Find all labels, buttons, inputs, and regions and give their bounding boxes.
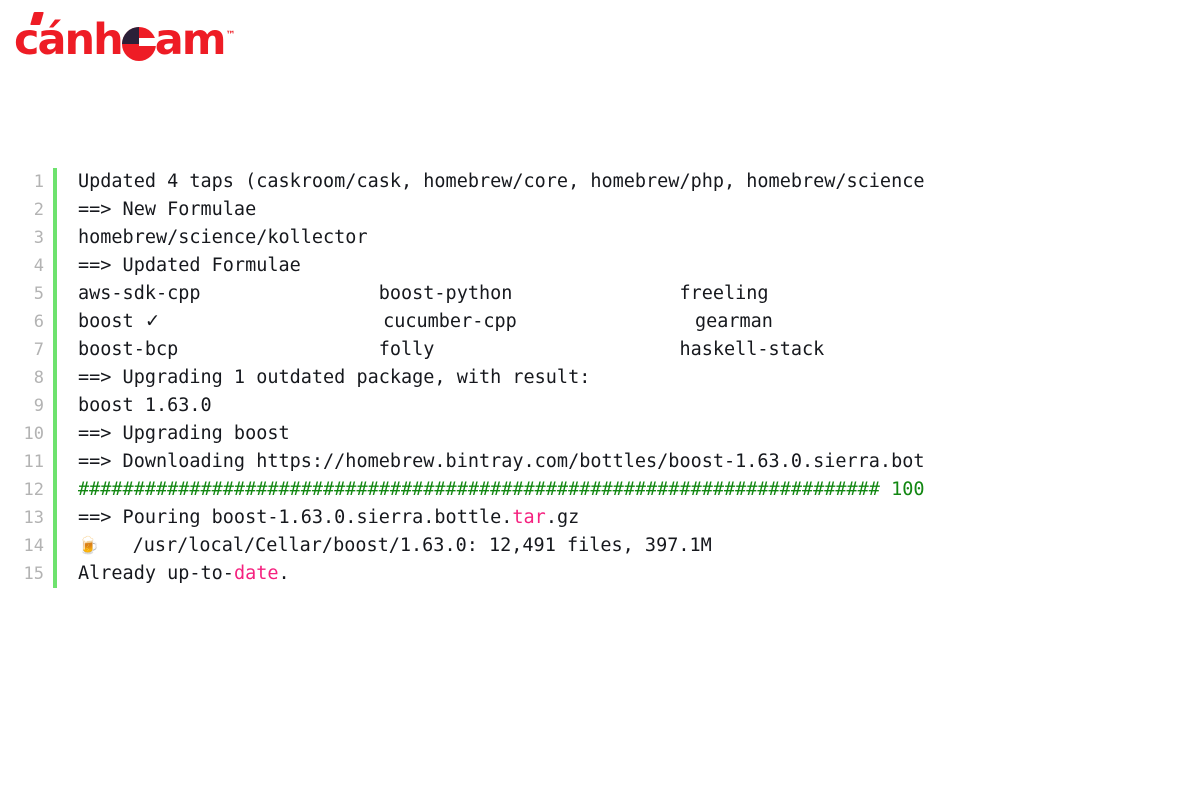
trademark-mark: ™ bbox=[225, 30, 236, 42]
line-number: 1 bbox=[33, 172, 44, 192]
line-number: 7 bbox=[33, 340, 44, 360]
line-number: 12 bbox=[23, 480, 44, 500]
code-token: tar bbox=[512, 507, 546, 528]
line-number: 6 bbox=[33, 312, 44, 332]
checkmark-icon: ✓ bbox=[144, 311, 161, 332]
code-token: homebrew/science/kollector bbox=[78, 227, 368, 248]
canheam-logo-icon bbox=[121, 26, 157, 61]
code-line-text: ==> Upgrading boost bbox=[57, 420, 1200, 448]
code-token: . bbox=[278, 563, 290, 584]
code-line-text: Updated 4 taps (caskroom/cask, homebrew/… bbox=[57, 168, 1200, 196]
code-line: 11 ==> Downloading https://homebrew.bintr… bbox=[0, 448, 1200, 476]
code-line-text: ==> New Formulae bbox=[57, 196, 1200, 224]
brand-name-suffix: am bbox=[154, 14, 227, 65]
code-token: ==> Upgrading 1 outdated package, with r… bbox=[78, 367, 591, 388]
code-token: ==> Downloading https://homebrew.bintray… bbox=[78, 451, 925, 472]
line-number: 15 bbox=[23, 564, 44, 584]
brand-logo: cánh am™ bbox=[14, 11, 236, 66]
logo-wedge bbox=[121, 26, 139, 44]
line-number: 11 bbox=[23, 452, 44, 472]
line-number: 3 bbox=[33, 228, 44, 248]
code-line-text: Already up-to-date. bbox=[57, 560, 1200, 588]
code-line-text: ########################################… bbox=[57, 476, 1200, 504]
code-line-text: ==> Updated Formulae bbox=[57, 252, 1200, 280]
code-line: 12 ######################################… bbox=[0, 476, 1200, 504]
code-token: ########################################… bbox=[78, 479, 925, 500]
code-token: aws-sdk-cpp boost-python freeling bbox=[78, 283, 769, 304]
line-number: 10 bbox=[23, 424, 44, 444]
code-line: 6 boost ✓ cucumber-cpp gearman bbox=[0, 308, 1200, 336]
code-line: 3 homebrew/science/kollector bbox=[0, 224, 1200, 252]
code-line: 13 ==> Pouring boost-1.63.0.sierra.bottle… bbox=[0, 504, 1200, 532]
code-line: 9 boost 1.63.0 bbox=[0, 392, 1200, 420]
code-token: boost-bcp folly haskell-stack bbox=[78, 339, 825, 360]
code-line: 10 ==> Upgrading boost bbox=[0, 420, 1200, 448]
code-token: Updated 4 taps (caskroom/cask, homebrew/… bbox=[78, 171, 925, 192]
code-token: boost bbox=[78, 311, 145, 332]
line-number: 8 bbox=[33, 368, 44, 388]
code-line-text: ==> Pouring boost-1.63.0.sierra.bottle.t… bbox=[57, 504, 1200, 532]
code-line: 15 Already up-to-date. bbox=[0, 560, 1200, 588]
line-number: 13 bbox=[23, 508, 44, 528]
code-line-text: boost 1.63.0 bbox=[57, 392, 1200, 420]
code-line: 2 ==> New Formulae bbox=[0, 196, 1200, 224]
code-token: /usr/local/Cellar/boost/1.63.0: 12,491 f… bbox=[99, 535, 712, 556]
code-line: 4 ==> Updated Formulae bbox=[0, 252, 1200, 280]
code-line-text: aws-sdk-cpp boost-python freeling bbox=[57, 280, 1200, 308]
code-line: 8 ==> Upgrading 1 outdated package, with … bbox=[0, 364, 1200, 392]
code-line: 14 🍺 /usr/local/Cellar/boost/1.63.0: 12,4… bbox=[0, 532, 1200, 560]
code-line: 5 aws-sdk-cpp boost-python freeling bbox=[0, 280, 1200, 308]
code-token: .gz bbox=[545, 507, 580, 528]
line-number: 14 bbox=[23, 536, 44, 556]
code-line: 7 boost-bcp folly haskell-stack bbox=[0, 336, 1200, 364]
code-line-text: ==> Downloading https://homebrew.bintray… bbox=[57, 448, 1200, 476]
code-token: date bbox=[233, 563, 279, 584]
beer-mug-icon: 🍺 bbox=[78, 536, 100, 556]
code-line-text: boost-bcp folly haskell-stack bbox=[57, 336, 1200, 364]
logo-notch bbox=[138, 37, 157, 47]
code-token: cucumber-cpp gearman bbox=[160, 311, 773, 332]
code-line-text: ==> Upgrading 1 outdated package, with r… bbox=[57, 364, 1200, 392]
code-token: boost 1.63.0 bbox=[78, 395, 212, 416]
code-token: ==> Updated Formulae bbox=[78, 255, 301, 276]
line-number: 2 bbox=[33, 200, 44, 220]
line-number: 5 bbox=[33, 284, 44, 304]
line-number: 9 bbox=[33, 396, 44, 416]
brand-wordmark: cánh am™ bbox=[14, 11, 236, 62]
code-token: ==> Pouring boost-1.63.0.sierra.bottle. bbox=[78, 507, 513, 528]
code-token: ==> New Formulae bbox=[78, 199, 257, 220]
code-token: ==> Upgrading boost bbox=[78, 423, 290, 444]
line-number: 4 bbox=[33, 256, 44, 276]
code-listing: 1 Updated 4 taps (caskroom/cask, homebrew… bbox=[0, 168, 1200, 588]
code-token: Already up-to- bbox=[78, 563, 234, 584]
code-line-text: boost ✓ cucumber-cpp gearman bbox=[57, 308, 1200, 336]
code-line-text: 🍺 /usr/local/Cellar/boost/1.63.0: 12,491… bbox=[57, 532, 1200, 560]
code-line: 1 Updated 4 taps (caskroom/cask, homebrew… bbox=[0, 168, 1200, 196]
code-line-text: homebrew/science/kollector bbox=[57, 224, 1200, 252]
